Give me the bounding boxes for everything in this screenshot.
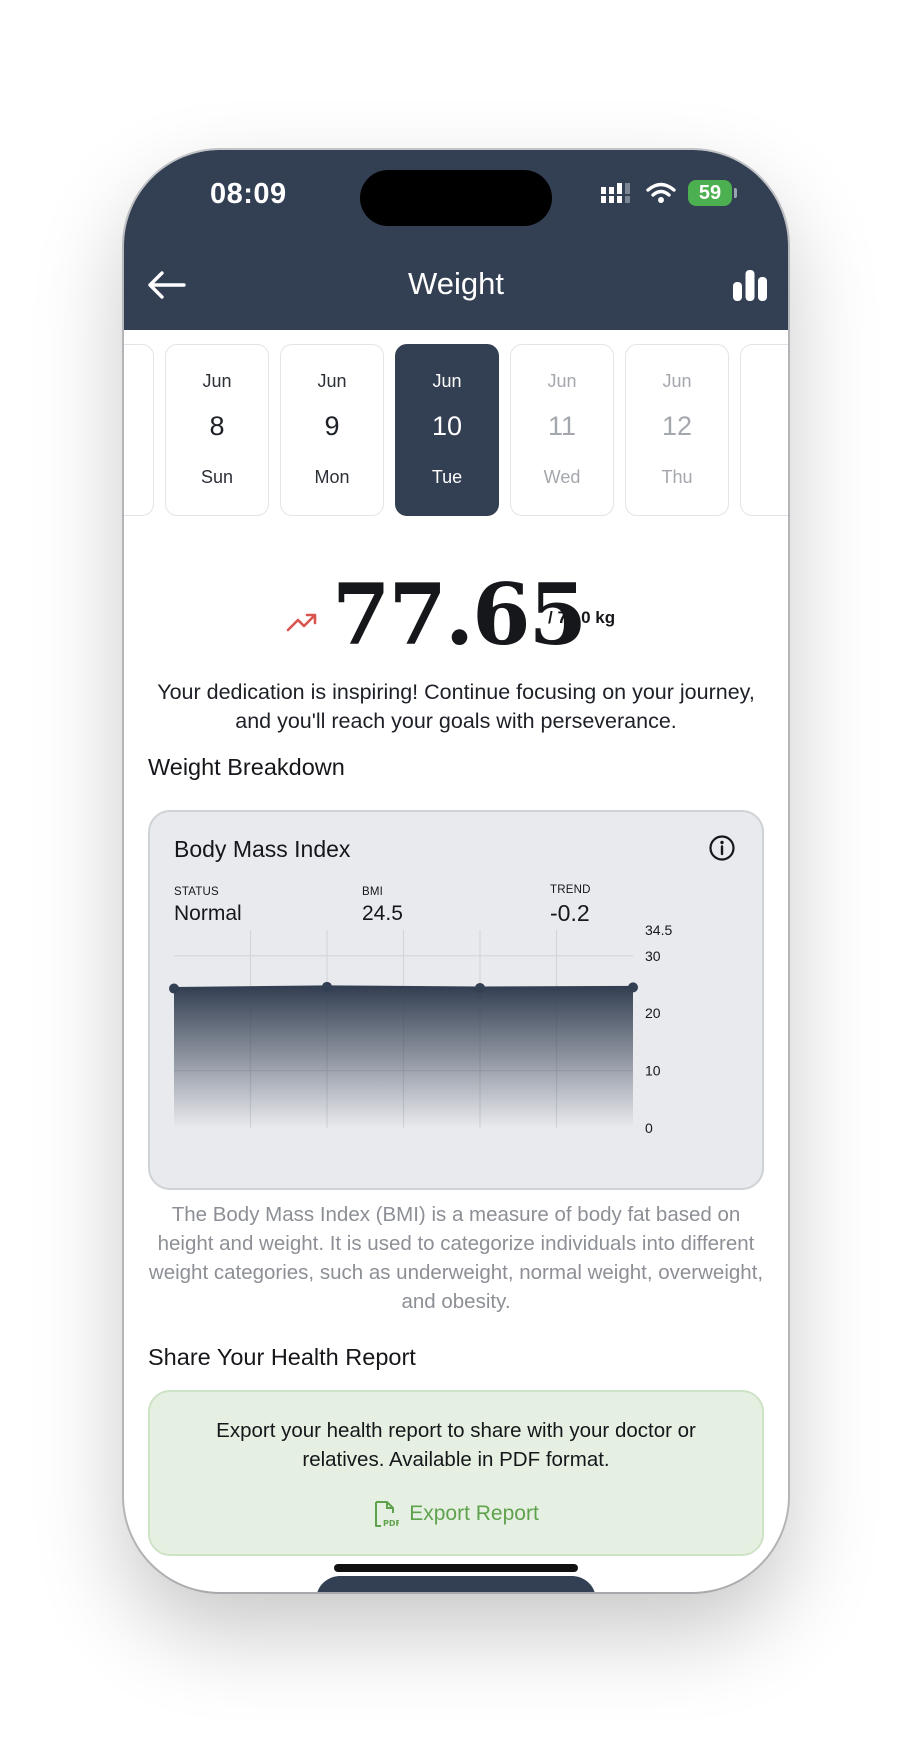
export-report-button[interactable]: PDF Export Report: [150, 1500, 762, 1528]
bmi-data-point: [169, 983, 179, 994]
y-tick-label: 10: [645, 1063, 661, 1079]
signal-icon: [601, 183, 630, 203]
y-tick-label: 0: [645, 1120, 653, 1136]
date-day: 10: [431, 411, 463, 441]
y-tick-label: 30: [645, 948, 661, 964]
app-header: 08:09 59 Weight: [124, 150, 788, 330]
date-weekday: Tue: [431, 467, 463, 487]
date-month: Jun: [432, 371, 462, 391]
status-time: 08:09: [210, 178, 287, 210]
date-day: 12: [661, 411, 693, 441]
date-card-partial-left[interactable]: [124, 344, 154, 516]
y-tick-label: 20: [645, 1005, 661, 1021]
bmi-data-point: [322, 981, 332, 992]
weight-summary: 77.65 / 72.0 kg: [124, 570, 788, 660]
status-icons: 59: [600, 180, 737, 206]
date-card[interactable]: Jun 12 Thu: [625, 344, 729, 516]
date-card-partial-right[interactable]: [740, 344, 788, 516]
export-card: Export your health report to share with …: [148, 1390, 764, 1556]
date-month: Jun: [202, 371, 232, 391]
export-report-label: Export Report: [409, 1502, 539, 1525]
export-description: Export your health report to share with …: [216, 1419, 696, 1471]
date-card[interactable]: Jun 9 Mon: [280, 344, 384, 516]
bmi-data-point: [628, 982, 638, 993]
share-report-title: Share Your Health Report: [148, 1344, 416, 1370]
date-day: 9: [324, 411, 340, 441]
home-indicator: [334, 1564, 578, 1572]
pdf-file-icon: PDF: [375, 1501, 399, 1528]
battery-level: 59: [698, 181, 722, 204]
goal-weight: / 72.0 kg: [548, 608, 616, 627]
motivation-text: Your dedication is inspiring! Continue f…: [157, 680, 755, 733]
date-day: 11: [547, 411, 577, 441]
date-card[interactable]: Jun 8 Sun: [165, 344, 269, 516]
date-day: 8: [209, 411, 225, 441]
trending-up-icon: [286, 613, 317, 632]
bar-chart-icon[interactable]: [732, 268, 768, 302]
date-month: Jun: [317, 371, 347, 391]
wifi-icon: [646, 182, 676, 203]
date-weekday: Sun: [200, 467, 234, 487]
date-card[interactable]: Jun 11 Wed: [510, 344, 614, 516]
bmi-chart: 34.5 30 20 10 0: [169, 922, 672, 1136]
phone-screen: 08:09 59 Weight Jun 8 Sun Jun 9 Mon Jun …: [124, 150, 788, 1592]
date-weekday: Thu: [661, 467, 693, 487]
bmi-series-line: [173, 985, 634, 991]
date-weekday: Mon: [314, 467, 350, 487]
svg-text:PDF: PDF: [383, 1519, 399, 1528]
date-month: Jun: [547, 371, 577, 391]
date-month: Jun: [662, 371, 692, 391]
weight-breakdown-title: Weight Breakdown: [148, 754, 345, 780]
bmi-area-fill: [174, 986, 633, 1128]
bmi-data-point: [475, 982, 485, 993]
battery-icon: 59: [688, 180, 737, 206]
date-selector: Jun 8 Sun Jun 9 Mon Jun 10 Tue Jun 11 We…: [124, 344, 788, 518]
y-tick-label: 34.5: [645, 922, 672, 938]
bmi-description: The Body Mass Index (BMI) is a measure o…: [148, 1203, 764, 1313]
page-title: Weight: [408, 266, 504, 301]
bottom-button-peek[interactable]: [316, 1576, 596, 1592]
date-card-selected[interactable]: Jun 10 Tue: [395, 344, 499, 516]
date-weekday: Wed: [543, 467, 581, 487]
dynamic-island: [360, 170, 552, 226]
bmi-card: Body Mass Index STATUS Normal BMI 24.5 T…: [148, 810, 764, 1190]
